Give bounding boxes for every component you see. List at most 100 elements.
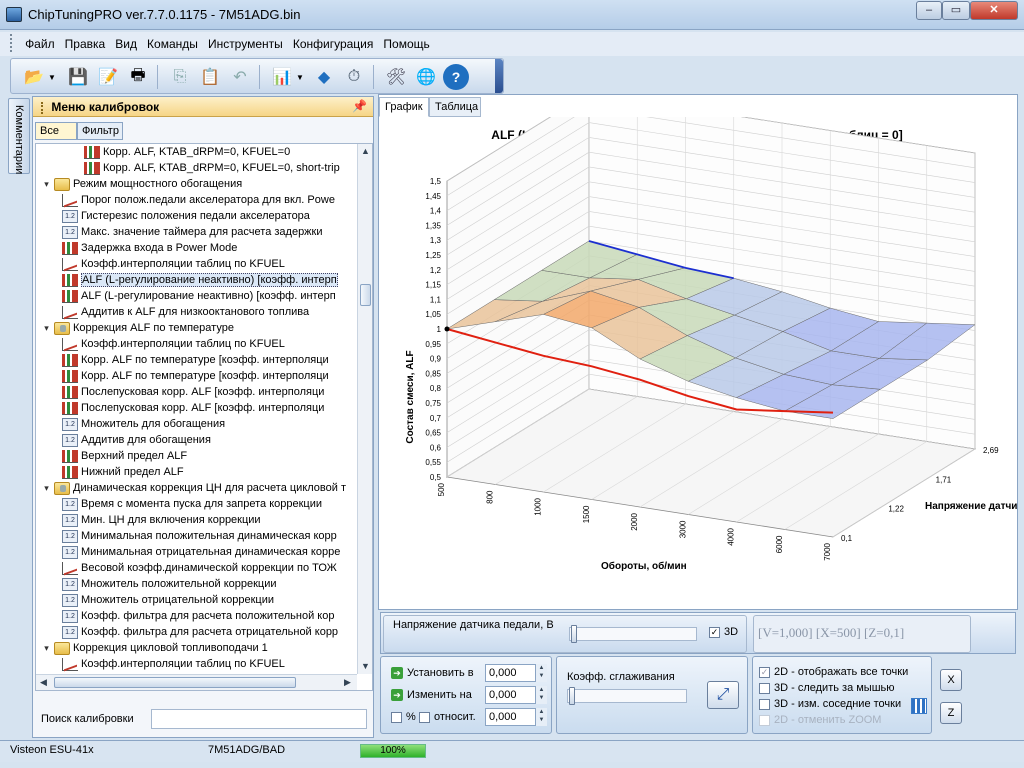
menu-help[interactable]: Помощь xyxy=(379,32,432,51)
set-row[interactable]: ➔ Установить в xyxy=(391,667,474,680)
web-update-icon[interactable]: 🌐 xyxy=(413,64,439,90)
scroll-up-icon[interactable]: ▲ xyxy=(358,144,372,159)
menu-commands[interactable]: Команды xyxy=(143,32,201,51)
relative-value-spinner[interactable]: ▲ ▼ xyxy=(535,708,547,726)
tree-item[interactable]: 1.2 Множитель отрицательной коррекции xyxy=(62,592,274,608)
pin-icon[interactable]: 📌 xyxy=(352,99,367,113)
tree-item[interactable]: ALF (L-регулирование неактивно) [коэфф. … xyxy=(62,288,336,304)
tree-vertical-scrollbar[interactable]: ▲ ▼ xyxy=(357,144,372,674)
search-input[interactable] xyxy=(151,709,367,729)
pedal-slider[interactable] xyxy=(569,625,697,643)
print-icon[interactable]: 🖶 xyxy=(125,64,151,90)
tree-item[interactable]: 1.2 Аддитив для обогащения xyxy=(62,432,211,448)
percent-row[interactable]: % xyxy=(391,711,416,723)
open-folder-icon[interactable]: 📂 xyxy=(21,64,47,90)
tree-folder[interactable]: ▾ Динамическая коррекция ЦН для расчета ц… xyxy=(42,480,346,496)
maximize-button[interactable]: ▭ xyxy=(942,1,970,20)
tree-item[interactable]: Послепусковая корр. ALF [коэфф. интерпол… xyxy=(62,384,324,400)
tree-item[interactable]: Корр. ALF по температуре [коэфф. интерпо… xyxy=(62,352,329,368)
option-2d-cancel-zoom-checkbox[interactable] xyxy=(759,714,770,726)
chart-3d[interactable]: ALF (L-регулирование неактивно) [коэфф. … xyxy=(379,117,1017,609)
tree-item[interactable]: ALF (L-регулирование неактивно) [коэфф. … xyxy=(62,272,338,288)
menu-view[interactable]: Вид xyxy=(111,32,140,51)
tree-folder[interactable]: ▾ Режим мощностного обогащения xyxy=(42,176,242,192)
tree-item[interactable]: Коэфф.интерполяции таблиц по KFUEL xyxy=(62,656,285,672)
hscroll-thumb[interactable] xyxy=(54,677,296,688)
save-icon[interactable]: 💾 xyxy=(65,64,91,90)
undo-icon[interactable]: ↶ xyxy=(227,64,253,90)
help-icon[interactable]: ? xyxy=(443,64,469,90)
expand-toggle-icon[interactable]: ▾ xyxy=(42,643,51,653)
settings-tools-icon[interactable]: 🛠 xyxy=(383,64,409,90)
tree-item[interactable]: Коэфф.интерполяции таблиц по KFUEL xyxy=(62,256,285,272)
scroll-left-icon[interactable]: ◀ xyxy=(36,675,51,690)
check-3d-box[interactable]: ✓ xyxy=(709,626,720,638)
tree-folder[interactable]: ▾ Коррекция ALF по температуре xyxy=(42,320,234,336)
tree-item[interactable]: 1.2 Коэфф. фильтра для расчета положитель… xyxy=(62,608,334,624)
option-3d-neighbor-points[interactable]: 3D - изм. соседние точки xyxy=(759,698,901,710)
smoothing-slider[interactable] xyxy=(567,687,687,705)
tree-item[interactable]: Порог полож.педали акселератора для вкл.… xyxy=(62,192,335,208)
option-2d-all-points[interactable]: ✓ 2D - отображать все точки xyxy=(759,666,908,678)
tree-item[interactable]: 1.2 Макс. значение таймера для расчета за… xyxy=(62,224,323,240)
open-dropdown-icon[interactable]: ▼ xyxy=(47,64,57,90)
smooth-apply-icon[interactable]: ⤢ xyxy=(707,681,739,709)
scroll-thumb[interactable] xyxy=(360,284,371,306)
option-2d-all-points-checkbox[interactable]: ✓ xyxy=(759,666,770,678)
tree-item[interactable]: Корр. ALF, KTAB_dRPM=0, KFUEL=0 xyxy=(84,144,290,160)
menu-file[interactable]: Файл xyxy=(21,32,58,51)
copy-icon[interactable]: ⎘ xyxy=(167,64,193,90)
tree-item[interactable]: Верхний предел ALF xyxy=(62,448,187,464)
checksum-icon[interactable]: ⏱ xyxy=(341,64,367,90)
title-bar[interactable]: ChipTuningPRO ver.7.7.0.1175 - 7M51ADG.b… xyxy=(0,0,1024,30)
calibration-tree[interactable]: Корр. ALF, KTAB_dRPM=0, KFUEL=0 Корр. ALF… xyxy=(35,143,373,691)
tree-item[interactable]: Послепусковая корр. ALF [коэфф. интерпол… xyxy=(62,400,324,416)
menu-tools[interactable]: Инструменты xyxy=(204,32,286,51)
check-3d[interactable]: ✓ 3D xyxy=(709,626,738,638)
tree-item[interactable]: 1.2 Минимальная отрицательная динамическа… xyxy=(62,544,340,560)
smoothing-slider-thumb[interactable] xyxy=(569,687,575,705)
option-3d-follow-mouse[interactable]: 3D - следить за мышью xyxy=(759,682,895,694)
set-value-input[interactable]: 0,000 ▲ ▼ xyxy=(485,664,547,682)
chart-tools-icon[interactable]: 📊 xyxy=(269,64,295,90)
option-2d-cancel-zoom[interactable]: 2D - отменить ZOOM xyxy=(759,714,881,726)
tree-item[interactable]: 1.2 Коэфф. фильтра для расчета отрицатель… xyxy=(62,624,338,640)
grid-icon[interactable] xyxy=(911,698,927,714)
expand-toggle-icon[interactable]: ▾ xyxy=(42,483,51,493)
z-axis-button[interactable]: Z xyxy=(940,702,962,724)
tree-item[interactable]: 1.2 Гистерезис положения педали акселерат… xyxy=(62,208,310,224)
tree-item[interactable]: Аддитив к ALF для низкооктанового топлив… xyxy=(62,304,309,320)
relative-value-input[interactable]: 0,000 ▲ ▼ xyxy=(485,708,547,726)
tree-horizontal-scrollbar[interactable]: ◀ ▶ xyxy=(36,674,357,690)
expand-toggle-icon[interactable]: ▾ xyxy=(42,323,51,333)
change-value-input[interactable]: 0,000 ▲ ▼ xyxy=(485,686,547,704)
minimize-button[interactable]: – xyxy=(916,1,942,20)
set-value-spinner[interactable]: ▲ ▼ xyxy=(535,664,547,682)
percent-checkbox[interactable] xyxy=(391,711,402,723)
tab-table[interactable]: Таблица xyxy=(429,97,481,117)
tree-item[interactable]: 1.2 Время с момента пуска для запрета кор… xyxy=(62,496,322,512)
relative-row[interactable]: относит. xyxy=(419,711,476,723)
pedal-slider-thumb[interactable] xyxy=(571,625,577,643)
menu-edit[interactable]: Правка xyxy=(61,32,109,51)
diamond-info-icon[interactable]: ◆ xyxy=(311,64,337,90)
scroll-down-icon[interactable]: ▼ xyxy=(358,659,372,674)
toolbar-overflow-icon[interactable] xyxy=(495,59,503,93)
tree-item[interactable]: Корр. ALF, KTAB_dRPM=0, KFUEL=0, short-t… xyxy=(84,160,340,176)
tree-item[interactable]: 1.2 Множитель для обогащения xyxy=(62,416,225,432)
x-axis-button[interactable]: X xyxy=(940,669,962,691)
tab-graph[interactable]: График xyxy=(379,97,429,117)
chart-dropdown-icon[interactable]: ▼ xyxy=(295,64,305,90)
relative-checkbox[interactable] xyxy=(419,711,430,723)
expand-toggle-icon[interactable]: ▾ xyxy=(42,179,51,189)
tree-item[interactable]: Весовой коэфф.динамической коррекции по … xyxy=(62,560,337,576)
paste-icon[interactable]: 📋 xyxy=(197,64,223,90)
tree-item[interactable]: 1.2 Мин. ЦН для включения коррекции xyxy=(62,512,261,528)
tab-all[interactable]: Все xyxy=(35,122,77,140)
tab-filter[interactable]: Фильтр xyxy=(77,122,123,140)
change-value-spinner[interactable]: ▲ ▼ xyxy=(535,686,547,704)
tree-item[interactable]: 1.2 Множитель положительной коррекции xyxy=(62,576,277,592)
tree-item[interactable]: Коэфф.интерполяции таблиц по KFUEL xyxy=(62,336,285,352)
tree-folder[interactable]: ▾ Коррекция цикловой топливоподачи 1 xyxy=(42,640,268,656)
option-3d-follow-mouse-checkbox[interactable] xyxy=(759,682,770,694)
